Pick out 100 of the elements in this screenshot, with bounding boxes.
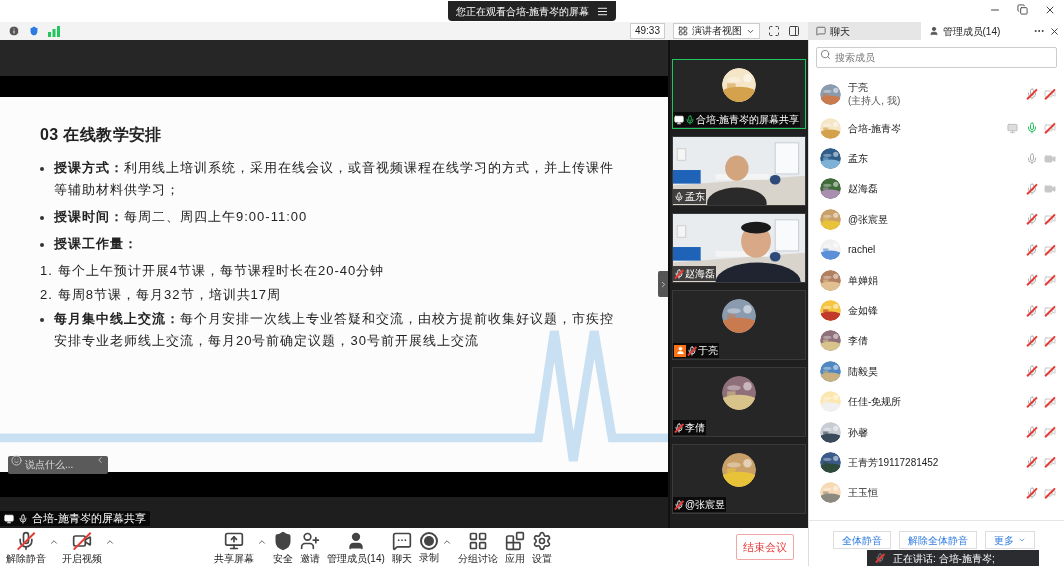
mic-icon <box>18 513 28 524</box>
caret-icon[interactable] <box>105 537 115 547</box>
member-row[interactable]: rachel <box>809 234 1064 265</box>
shield-icon[interactable] <box>28 25 40 37</box>
panel-button[interactable]: 全体静音 <box>833 531 891 549</box>
tile-name: 赵海磊 <box>685 267 715 281</box>
video-tile[interactable]: 赵海磊 <box>672 213 806 283</box>
record-icon <box>419 531 438 550</box>
panel-tab[interactable]: 管理成员(14) <box>920 22 1033 40</box>
search-field[interactable]: 搜索成员 <box>816 47 1057 68</box>
member-name: @张宸昱 <box>848 212 890 226</box>
member-name: rachel <box>848 243 877 257</box>
bullet-text: 授课工作量： <box>54 235 138 253</box>
toolbar-button[interactable]: 解除静音 <box>4 528 48 566</box>
chat-icon <box>391 530 412 551</box>
panel-button[interactable]: 更多 <box>985 531 1035 549</box>
toolbar-button[interactable]: 管理成员(14) <box>325 528 387 566</box>
member-name: 孙馨 <box>848 425 869 439</box>
search-icon <box>820 49 831 60</box>
menu-icon[interactable] <box>597 5 609 17</box>
member-name: 陆毅昊 <box>848 364 879 378</box>
member-row[interactable]: 孟东 <box>809 143 1064 174</box>
member-row[interactable]: 于亮 (主持人, 我) <box>809 75 1064 113</box>
toolbar-button[interactable]: 开启视频 <box>60 528 104 566</box>
slide-title: 03 在线教学安排 <box>40 125 163 145</box>
apps-icon <box>504 530 525 551</box>
toolbar-button[interactable]: 录制 <box>416 528 441 566</box>
viewing-notice: 您正在观看合培-施青岑的屏幕 <box>455 4 590 19</box>
member-row[interactable]: 赵海磊 <box>809 173 1064 205</box>
bullet-text: 授课时间：每周二、周四上午9:00-11:00 <box>54 208 308 226</box>
caret-icon[interactable] <box>441 537 452 547</box>
toolbar-button[interactable]: 分组讨论 <box>455 528 500 566</box>
shield-icon <box>273 530 293 551</box>
toolbar-button[interactable]: 安全 <box>271 528 295 566</box>
item-text: 每周8节课，每月32节，培训共17周 <box>57 286 281 304</box>
collapse-handle[interactable] <box>658 271 668 297</box>
member-name: 李倩 <box>848 334 869 348</box>
screen-share-icon <box>674 114 684 125</box>
restore-icon[interactable] <box>1017 4 1028 15</box>
tile-name: 孟东 <box>685 190 705 204</box>
toolbar-button[interactable]: 聊天 <box>389 528 414 566</box>
close-icon[interactable] <box>1049 25 1060 37</box>
member-name: 于亮 <box>848 81 869 94</box>
member-row[interactable]: 李倩 <box>809 325 1064 357</box>
tile-name: 李倩 <box>685 421 705 435</box>
item-text: 每个上午预计开展4节课，每节课程时长在20-40分钟 <box>57 262 385 280</box>
video-tile[interactable]: 李倩 <box>672 367 806 437</box>
video-tile[interactable]: 孟东 <box>672 136 806 206</box>
speaking-text: 正在讲话: 合培-施青岑; <box>893 551 995 566</box>
video-tile[interactable]: 合培-施青岑的屏幕共享 <box>672 59 806 129</box>
toolbar-button[interactable]: 邀请 <box>298 528 322 566</box>
video-tile[interactable]: @张宸昱 <box>672 444 806 514</box>
tile-name: 合培-施青岑的屏幕共享 <box>696 113 800 127</box>
panel-tab[interactable]: 聊天 <box>808 22 921 40</box>
end-meeting-button[interactable]: 结束会议 <box>736 534 794 560</box>
member-name: 任佳-免规所 <box>848 395 903 409</box>
caret-icon[interactable] <box>257 537 267 547</box>
chevron-icon <box>95 455 105 465</box>
add-user-icon <box>300 530 320 551</box>
member-row[interactable]: 合培-施青岑 <box>809 113 1064 144</box>
member-row[interactable]: 陆毅昊 <box>809 356 1064 387</box>
video-tile[interactable]: 于亮 <box>672 290 806 360</box>
bullet-text: 授课方式：利用线上培训系统，采用在线会议，或音视频课程在线学习的方式，并上传课件等辅助材料供学习； <box>54 159 615 199</box>
close-icon[interactable] <box>1044 4 1056 16</box>
meeting-timer: 49:33 <box>629 23 665 39</box>
screen-share-icon <box>4 513 14 524</box>
member-row[interactable]: @张宸昱 <box>809 204 1064 235</box>
member-role: (主持人, 我) <box>848 94 902 107</box>
member-row[interactable]: 单婵娟 <box>809 264 1064 296</box>
item-number: 2. <box>40 286 53 304</box>
mic-muted-icon <box>16 530 36 551</box>
comment-field[interactable]: 说点什么... <box>8 455 108 474</box>
tile-name: @张宸昱 <box>685 498 726 512</box>
view-menu[interactable]: 演讲者视图 <box>673 23 760 39</box>
member-row[interactable]: 王青芳19117281452 <box>809 447 1064 478</box>
host-icon <box>674 344 686 357</box>
video-off-icon <box>72 530 92 551</box>
settings-icon <box>531 530 552 551</box>
member-name: 王青芳19117281452 <box>848 456 940 469</box>
mic-muted-icon <box>875 553 885 563</box>
member-name: 单婵娟 <box>848 273 879 287</box>
caret-icon[interactable] <box>49 537 59 547</box>
member-row[interactable]: 任佳-免规所 <box>809 386 1064 417</box>
grid-icon <box>467 530 488 551</box>
caret-icon <box>1018 536 1026 544</box>
member-name: 合培-施青岑 <box>848 121 903 135</box>
member-row[interactable]: 孙馨 <box>809 416 1064 448</box>
user-icon <box>928 26 939 36</box>
toolbar-button[interactable]: 共享屏幕 <box>212 528 256 566</box>
info-icon[interactable] <box>8 25 20 37</box>
bullet-text: 每月集中线上交流：每个月安排一次线上专业答疑和交流，由校方提前收集好议题，市疾控安排专业老师线上交流，每月20号前确定议题，30号前开展线上交流 <box>54 310 615 350</box>
member-name: 王玉恒 <box>848 486 879 500</box>
fullscreen-icon[interactable] <box>768 25 780 37</box>
member-row[interactable]: 王玉恒 <box>809 477 1064 509</box>
member-name: 金如锋 <box>848 304 879 318</box>
toolbar-button[interactable]: 应用 <box>502 528 527 566</box>
panel-button[interactable]: 解除全体静音 <box>899 531 977 549</box>
member-row[interactable]: 金如锋 <box>809 295 1064 326</box>
side-panel-icon[interactable] <box>788 25 800 37</box>
toolbar-button[interactable]: 设置 <box>529 528 554 566</box>
